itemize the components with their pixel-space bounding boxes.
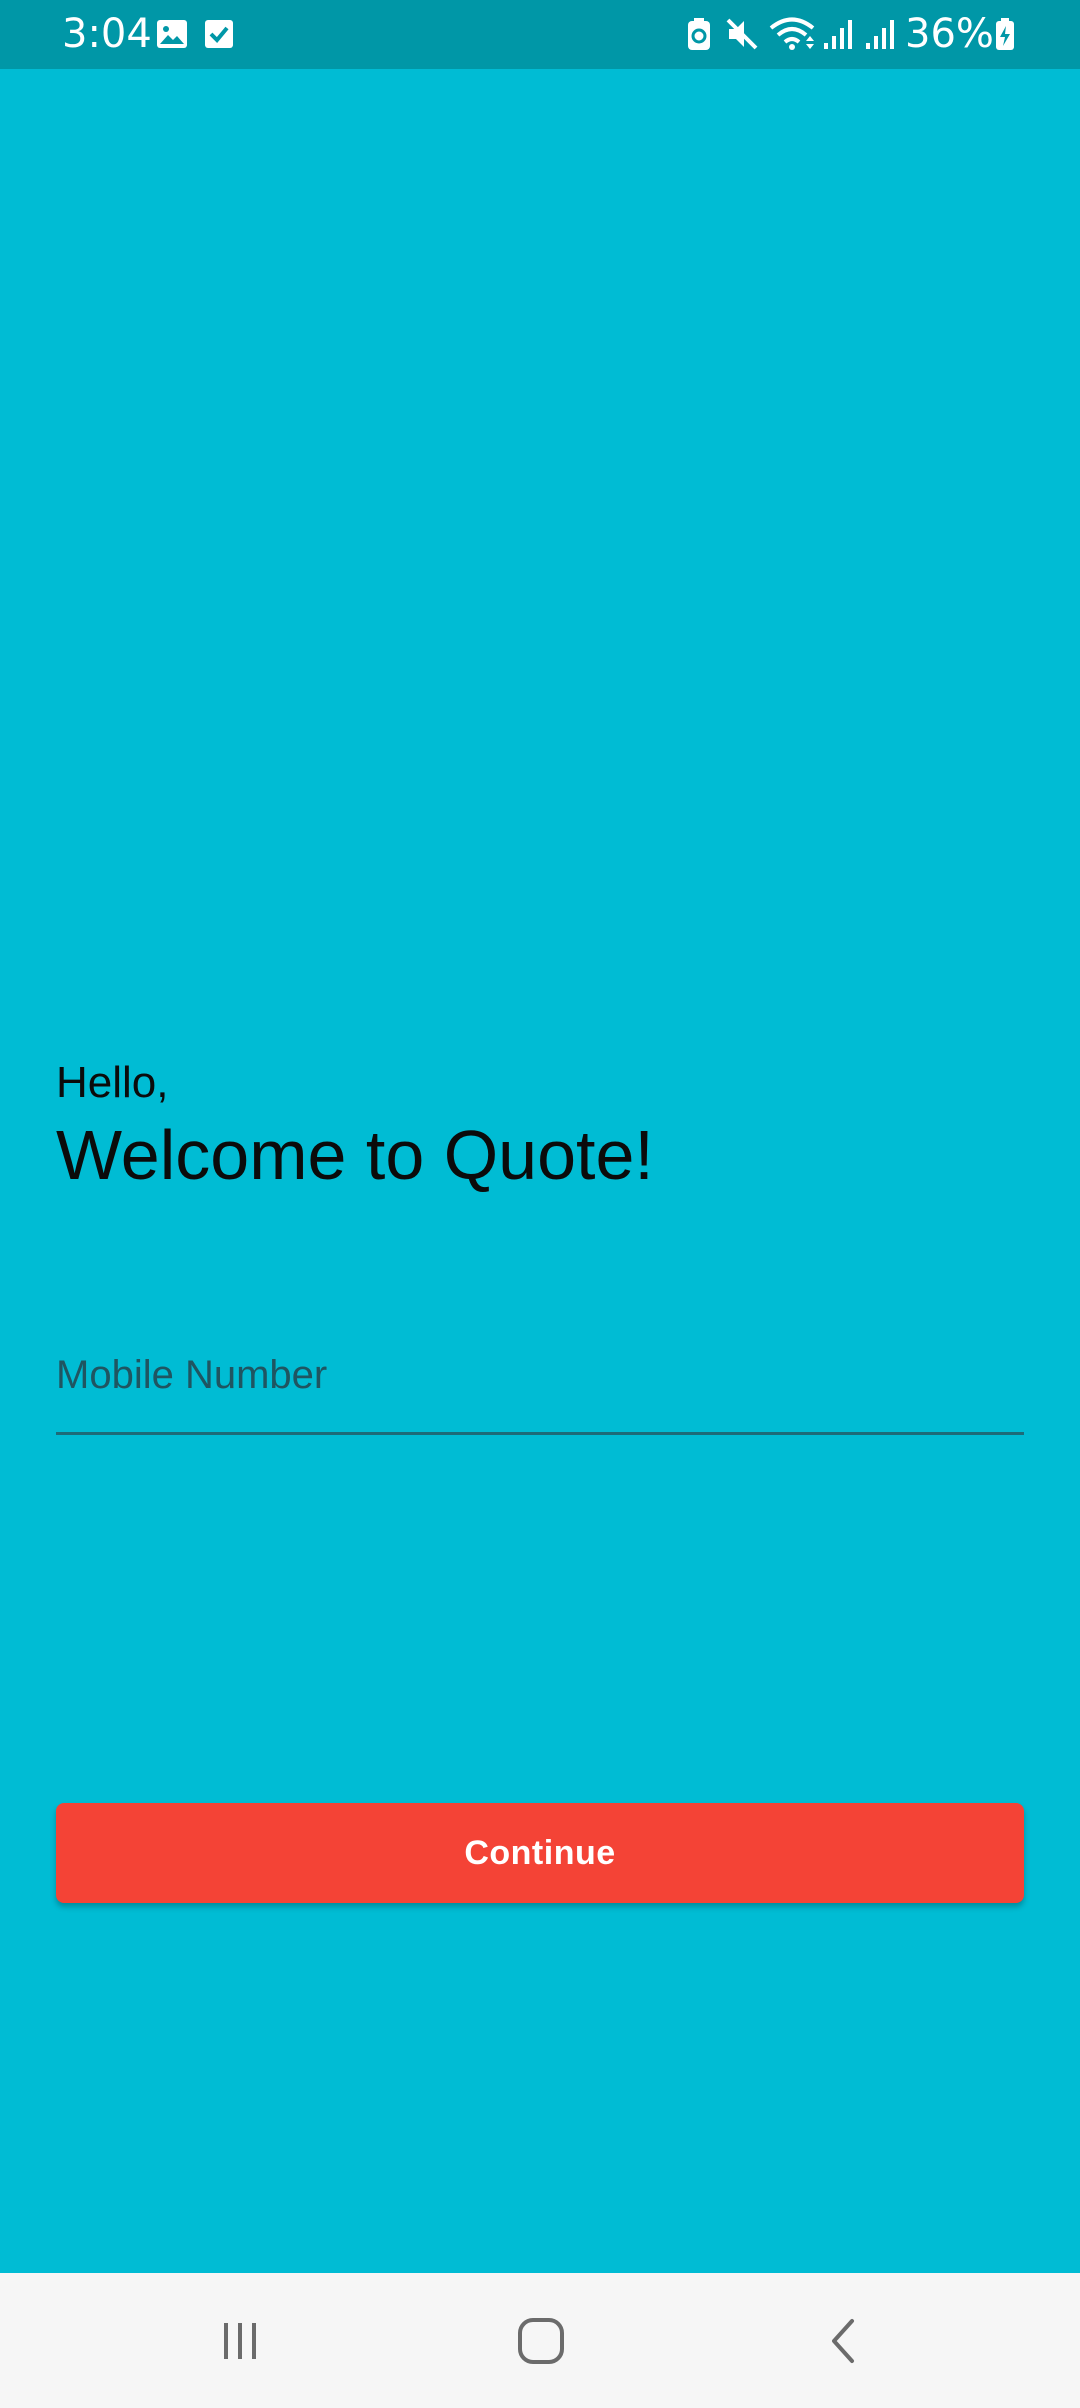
- welcome-title: Welcome to Quote!: [56, 1116, 654, 1194]
- mute-icon: [725, 17, 759, 51]
- recent-apps-button[interactable]: [200, 2303, 280, 2383]
- continue-button[interactable]: Continue: [56, 1803, 1024, 1903]
- system-navigation-bar: [0, 2273, 1080, 2408]
- status-bar: 3:04 36%: [0, 0, 1080, 69]
- battery-saver-icon: [686, 17, 712, 51]
- greeting-text: Hello,: [56, 1058, 169, 1107]
- status-time: 3:04: [62, 11, 152, 57]
- signal-icon: [822, 17, 854, 51]
- back-icon: [822, 2316, 866, 2371]
- mobile-number-field: [56, 1320, 1024, 1435]
- wifi-icon: [768, 17, 816, 51]
- gallery-icon: [156, 17, 188, 51]
- back-button[interactable]: [804, 2303, 884, 2383]
- battery-percent: 36%: [905, 11, 994, 57]
- recent-apps-icon: [218, 2319, 262, 2368]
- checkbox-icon: [204, 17, 234, 51]
- home-button[interactable]: [501, 2303, 581, 2383]
- home-icon: [516, 2316, 566, 2371]
- signal-icon: [864, 17, 896, 51]
- login-screen: 3:04 36% Hello, Welcome to Quote! Mobile…: [0, 0, 1080, 2408]
- mobile-number-input[interactable]: [56, 1320, 1024, 1430]
- input-underline: [56, 1432, 1024, 1435]
- battery-charging-icon: [994, 17, 1016, 51]
